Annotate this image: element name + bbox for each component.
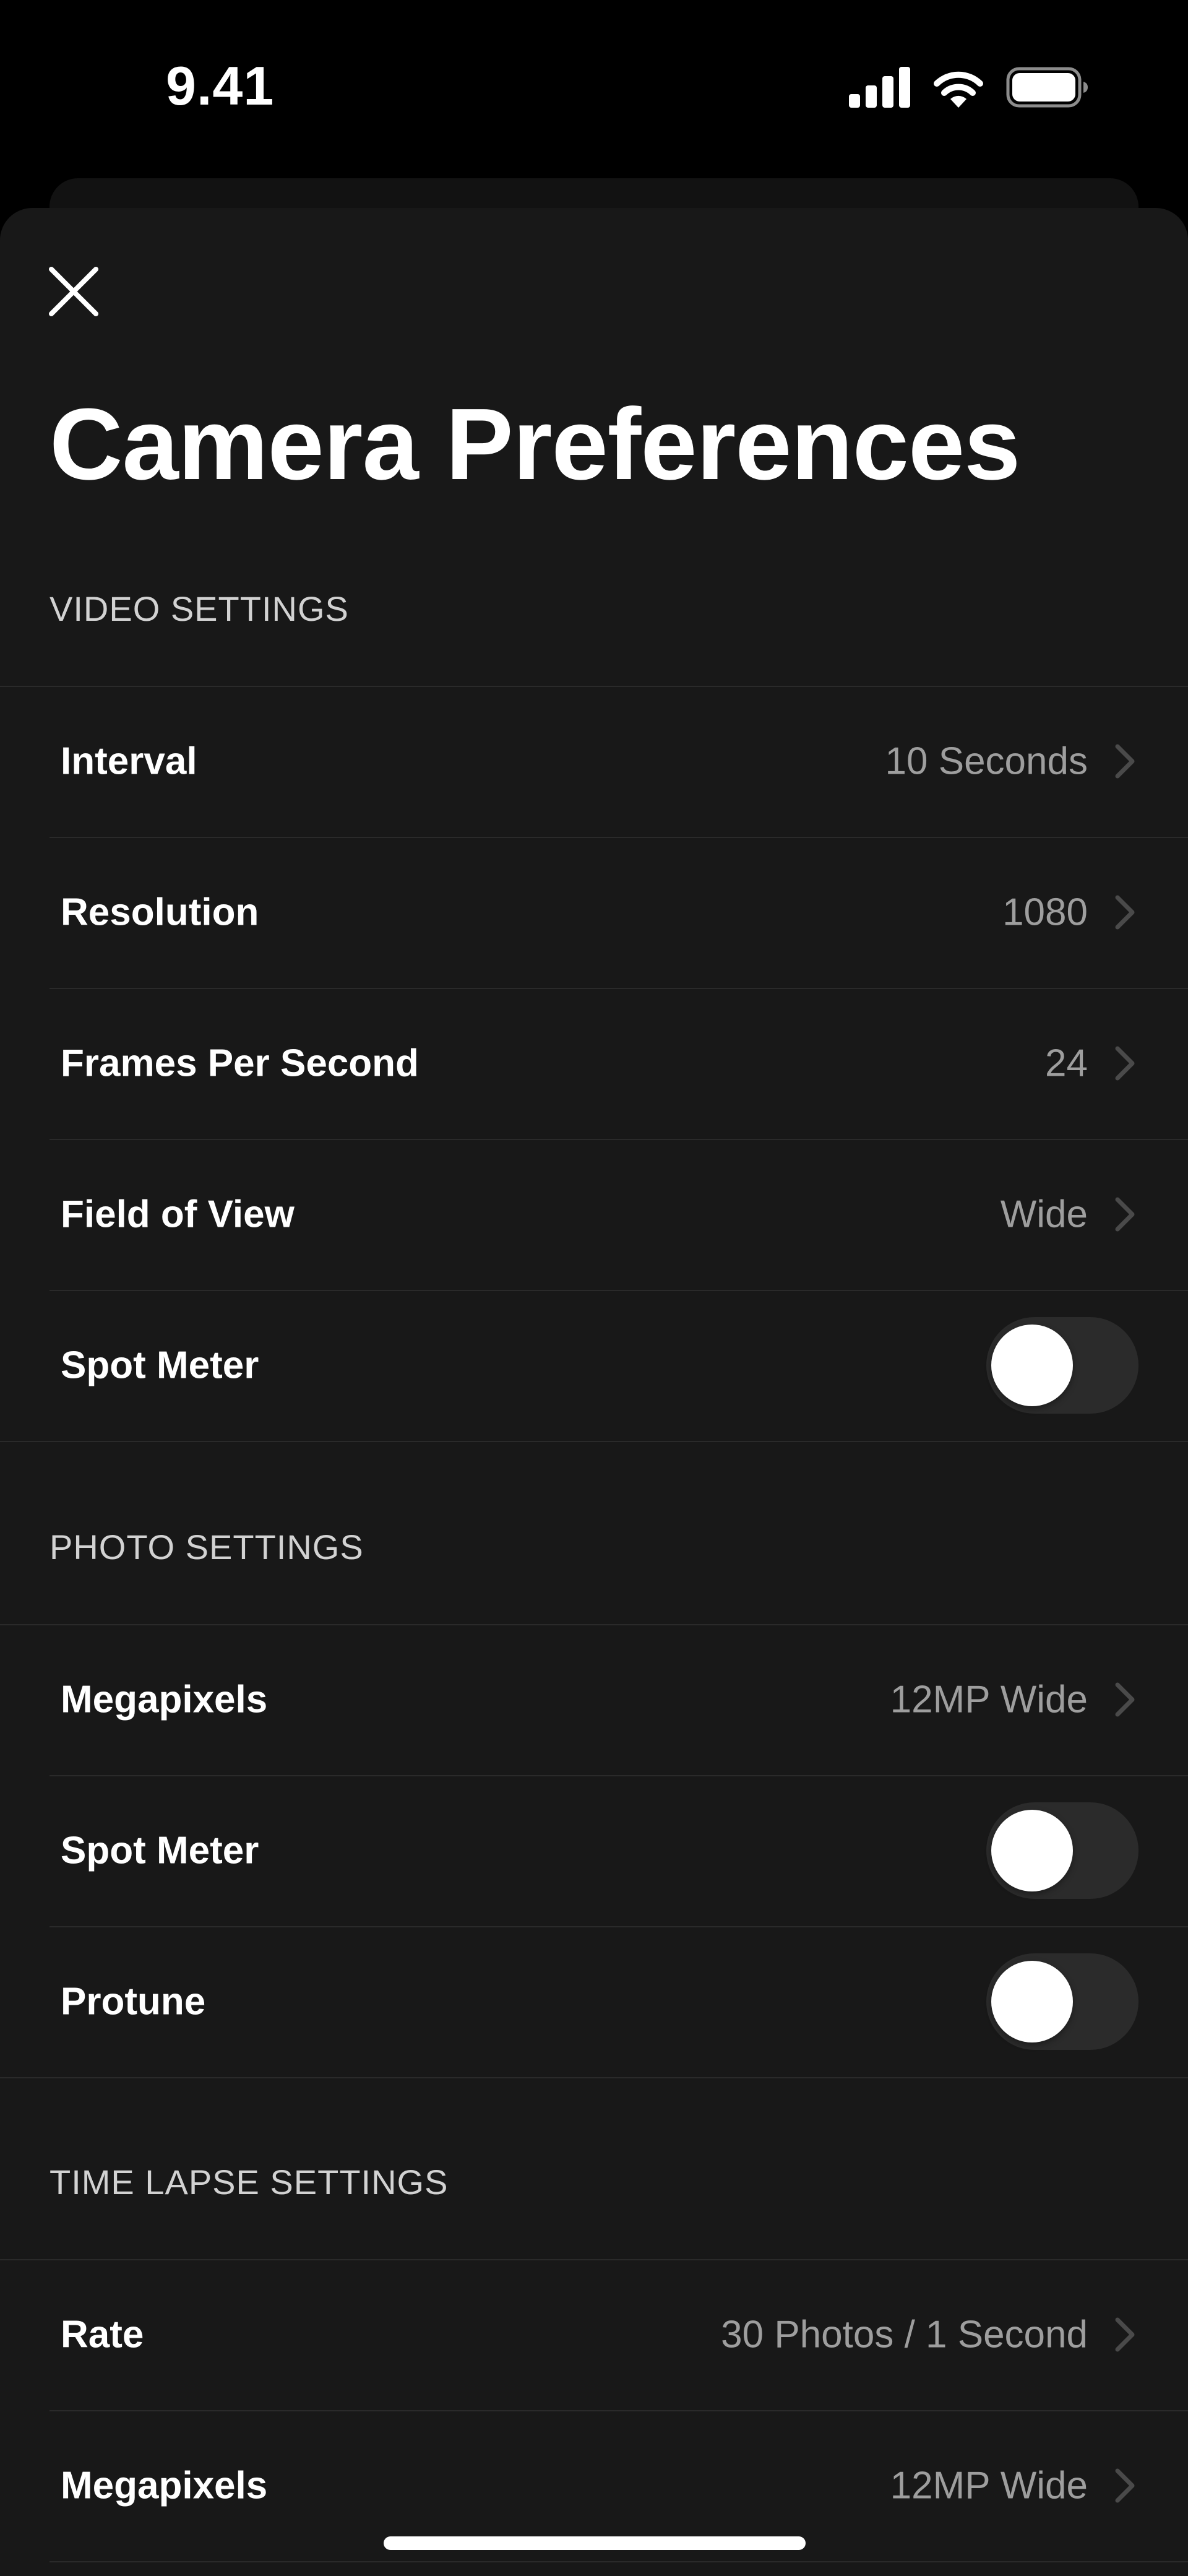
toggle-knob — [991, 1961, 1073, 2042]
setting-label: Megapixels — [61, 2464, 268, 2507]
setting-label: Megapixels — [61, 1678, 268, 1721]
close-button[interactable] — [45, 262, 103, 321]
setting-value: Wide — [1000, 1193, 1088, 1236]
status-bar: 9.41 — [0, 0, 1188, 173]
chevron-right-icon — [1115, 895, 1135, 930]
setting-row-resolution[interactable]: Resolution 1080 — [50, 837, 1138, 987]
video-spot-meter-toggle[interactable] — [986, 1317, 1138, 1414]
status-icons — [849, 67, 1089, 108]
chevron-right-icon — [1115, 1046, 1135, 1081]
page-title: Camera Preferences — [50, 387, 1020, 501]
setting-row-photo-spot-meter: Spot Meter — [50, 1776, 1138, 1926]
setting-label: Resolution — [61, 891, 259, 934]
setting-row-rate[interactable]: Rate 30 Photos / 1 Second — [50, 2260, 1138, 2410]
setting-row-photo-megapixels[interactable]: Megapixels 12MP Wide — [50, 1625, 1138, 1774]
home-indicator[interactable] — [384, 2536, 806, 2550]
section-header-time-lapse: TIME LAPSE SETTINGS — [50, 2163, 449, 2202]
photo-spot-meter-toggle[interactable] — [986, 1802, 1138, 1899]
setting-value: 1080 — [1002, 891, 1088, 934]
setting-label: Spot Meter — [61, 1829, 259, 1872]
chevron-right-icon — [1115, 2468, 1135, 2503]
setting-label: Spot Meter — [61, 1344, 259, 1387]
setting-value: 12MP Wide — [890, 1678, 1088, 1721]
divider — [0, 2077, 1188, 2078]
chevron-right-icon — [1115, 744, 1135, 779]
section-header-video: VIDEO SETTINGS — [50, 589, 349, 628]
divider — [0, 1441, 1188, 1442]
chevron-right-icon — [1115, 1682, 1135, 1717]
setting-label: Rate — [61, 2313, 144, 2356]
cellular-signal-icon — [849, 67, 910, 108]
protune-toggle[interactable] — [986, 1953, 1138, 2050]
battery-icon — [1006, 67, 1088, 108]
setting-label: Frames Per Second — [61, 1042, 419, 1085]
setting-row-video-spot-meter: Spot Meter — [50, 1290, 1138, 1440]
setting-label: Field of View — [61, 1193, 295, 1236]
setting-row-frames-per-second[interactable]: Frames Per Second 24 — [50, 988, 1138, 1138]
toggle-knob — [991, 1325, 1073, 1406]
chevron-right-icon — [1115, 1197, 1135, 1232]
setting-row-field-of-view[interactable]: Field of View Wide — [50, 1139, 1138, 1289]
toggle-knob — [991, 1810, 1073, 1891]
setting-value: 10 Seconds — [885, 740, 1088, 783]
setting-value: 24 — [1045, 1042, 1088, 1085]
wifi-icon — [934, 71, 983, 108]
setting-row-protune: Protune — [50, 1927, 1138, 2077]
preferences-sheet: Camera Preferences VIDEO SETTINGS Interv… — [0, 208, 1188, 2576]
setting-value: 30 Photos / 1 Second — [721, 2313, 1088, 2356]
status-time: 9.41 — [166, 55, 275, 116]
setting-label: Protune — [61, 1980, 206, 2023]
section-header-photo: PHOTO SETTINGS — [50, 1528, 364, 1567]
close-icon — [49, 267, 98, 316]
setting-label: Interval — [61, 740, 197, 783]
setting-value: 12MP Wide — [890, 2464, 1088, 2507]
setting-row-interval[interactable]: Interval 10 Seconds — [50, 686, 1138, 836]
divider — [50, 2561, 1188, 2562]
chevron-right-icon — [1115, 2317, 1135, 2352]
